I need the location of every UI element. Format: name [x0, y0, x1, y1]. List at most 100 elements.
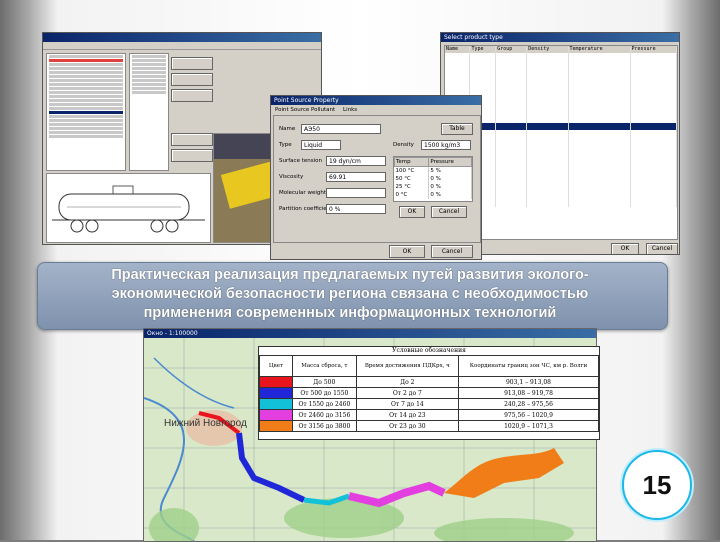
page-number: 15: [622, 450, 692, 520]
tab-pollutant[interactable]: Pollutant: [311, 107, 335, 113]
options-list[interactable]: [129, 53, 169, 171]
table-ok-button[interactable]: OK: [611, 243, 639, 254]
temp-cancel-button[interactable]: Cancel: [431, 206, 467, 218]
legend-color-swatch: [259, 387, 293, 399]
product-table-header[interactable]: Pressure: [630, 46, 677, 53]
product-table-titlebar: Select product type: [441, 33, 679, 42]
city-label: Нижний Новгород: [164, 418, 247, 429]
temp-table-cell[interactable]: 50 °C: [394, 175, 430, 183]
legend-coords: 903,1 – 913,08: [457, 376, 600, 388]
legend-coords: 240,28 – 975,56: [457, 398, 600, 410]
product-table-header[interactable]: Type: [469, 46, 497, 53]
product-table-row[interactable]: [445, 81, 677, 88]
legend-table: Цвет Масса сброса, т Время достижения ПДКр…: [259, 355, 600, 432]
legend-header: Координаты границ зон ЧС, км р. Волги: [457, 355, 600, 377]
viscosity-field[interactable]: 69.91: [326, 172, 386, 182]
product-table-header[interactable]: Name: [445, 46, 471, 53]
product-table-row[interactable]: [445, 88, 677, 95]
legend-header: Масса сброса, т: [292, 355, 357, 377]
type-field[interactable]: Liquid: [301, 140, 341, 150]
map-legend: Условные обозначения Цвет Масса сброса, т…: [258, 346, 600, 440]
product-table-row[interactable]: [445, 67, 677, 74]
surface-tension-field[interactable]: 19 dyn/cm: [326, 156, 386, 166]
legend-title: Условные обозначения: [392, 347, 466, 354]
name-label: Name: [279, 126, 296, 132]
tank-car-drawing: [52, 185, 205, 233]
drawing-panel: [46, 173, 211, 243]
legend-color-swatch: [259, 376, 293, 388]
app-button-4[interactable]: [171, 133, 213, 146]
legend-mass: До 500: [292, 376, 357, 388]
name-field[interactable]: AЭ50: [301, 124, 381, 134]
caption-text: Практическая реализация предлагаемых пут…: [50, 266, 650, 323]
legend-row: От 1550 до 2460 От 7 до 14 240,28 – 975,56: [259, 398, 600, 410]
temp-ok-button[interactable]: OK: [399, 206, 425, 218]
density-label: Density: [393, 142, 414, 148]
legend-color-swatch: [259, 409, 293, 421]
main-window-titlebar: [43, 33, 321, 42]
temp-table-cell[interactable]: 100 °C: [394, 166, 430, 175]
caption-line-2: экономической безопасности региона связа…: [111, 286, 589, 302]
legend-time: До 2: [355, 376, 459, 388]
temp-table-cell[interactable]: 0 °C: [394, 191, 430, 199]
caption-line-1: Практическая реализация предлагаемых пут…: [111, 267, 589, 283]
legend-row: От 3156 до 3800 От 23 до 30 1020,9 – 1071,…: [259, 420, 600, 432]
temp-table-cell[interactable]: 25 °C: [394, 183, 430, 191]
density-field[interactable]: 1500 kg/m3: [421, 140, 471, 150]
surface-tension-label: Surface tension: [279, 158, 322, 164]
caption-line-3: применения современных информационных те…: [143, 305, 557, 321]
legend-header: Время достижения ПДКрх, ч: [355, 355, 459, 377]
legend-header: Цвет: [259, 355, 293, 377]
dialog-titlebar: Point Source Property: [271, 96, 481, 105]
dialog-cancel-button[interactable]: Cancel: [431, 245, 473, 258]
legend-time: От 2 до 7: [355, 387, 459, 399]
legend-coords: 913,08 – 919,78: [457, 387, 600, 399]
legend-mass: От 3156 до 3800: [292, 420, 357, 432]
app-button-1[interactable]: [171, 57, 213, 70]
legend-coords: 975,56 – 1020,9: [457, 409, 600, 421]
coefficient-field[interactable]: 0 %: [326, 204, 386, 214]
legend-mass: От 500 до 1550: [292, 387, 357, 399]
product-table-row[interactable]: [445, 74, 677, 81]
temp-table-header: Temp: [393, 157, 430, 167]
coefficient-label: Partition coefficient: [279, 206, 333, 212]
temp-table-cell[interactable]: 0 %: [428, 183, 472, 191]
point-source-dialog: Point Source Property Point Source Pollu…: [270, 95, 482, 260]
app-button-2[interactable]: [171, 73, 213, 86]
tab-links[interactable]: Links: [343, 107, 357, 113]
tree-panel[interactable]: [46, 53, 126, 171]
legend-time: От 23 до 30: [355, 420, 459, 432]
main-window-menubar: [43, 42, 321, 50]
legend-color-swatch: [259, 420, 293, 432]
product-table-row[interactable]: [445, 60, 677, 67]
table-cancel-button[interactable]: Cancel: [646, 243, 678, 254]
legend-mass: От 2460 до 3156: [292, 409, 357, 421]
legend-time: От 14 до 23: [355, 409, 459, 421]
legend-row: До 500 До 2 903,1 – 913,08: [259, 376, 600, 388]
viscosity-label: Viscosity: [279, 174, 304, 180]
tab-point-source[interactable]: Point Source: [275, 107, 309, 113]
molecular-weight-field[interactable]: [326, 188, 386, 198]
app-button-5[interactable]: [171, 149, 213, 162]
type-label: Type: [279, 142, 292, 148]
product-table-header[interactable]: Temperature: [568, 46, 631, 53]
product-table-row[interactable]: [445, 53, 677, 60]
legend-coords: 1020,9 – 1071,3: [457, 420, 600, 432]
map-titlebar: Окно - 1:100000: [144, 329, 596, 338]
temp-table-cell[interactable]: 0 %: [428, 175, 472, 183]
legend-row: От 2460 до 3156 От 14 до 23 975,56 – 1020,…: [259, 409, 600, 421]
app-button-3[interactable]: [171, 89, 213, 102]
temp-table-cell[interactable]: 5 %: [428, 166, 472, 175]
legend-mass: От 1550 до 2460: [292, 398, 357, 410]
table-button[interactable]: Table: [441, 123, 473, 135]
dialog-ok-button[interactable]: OK: [389, 245, 425, 258]
legend-row: От 500 до 1550 От 2 до 7 913,08 – 919,78: [259, 387, 600, 399]
product-table-header[interactable]: Density: [526, 46, 569, 53]
molecular-weight-label: Molecular weight: [279, 190, 326, 196]
product-table-header[interactable]: Group: [495, 46, 528, 53]
temp-table-cell[interactable]: 0 %: [428, 191, 472, 199]
legend-time: От 7 до 14: [355, 398, 459, 410]
temperature-table[interactable]: Temp Pressure 100 °C 5 % 50 °C 0 % 25 °C 0 % 0 °…: [393, 156, 473, 202]
legend-color-swatch: [259, 398, 293, 410]
temp-table-header: Pressure: [428, 157, 472, 167]
